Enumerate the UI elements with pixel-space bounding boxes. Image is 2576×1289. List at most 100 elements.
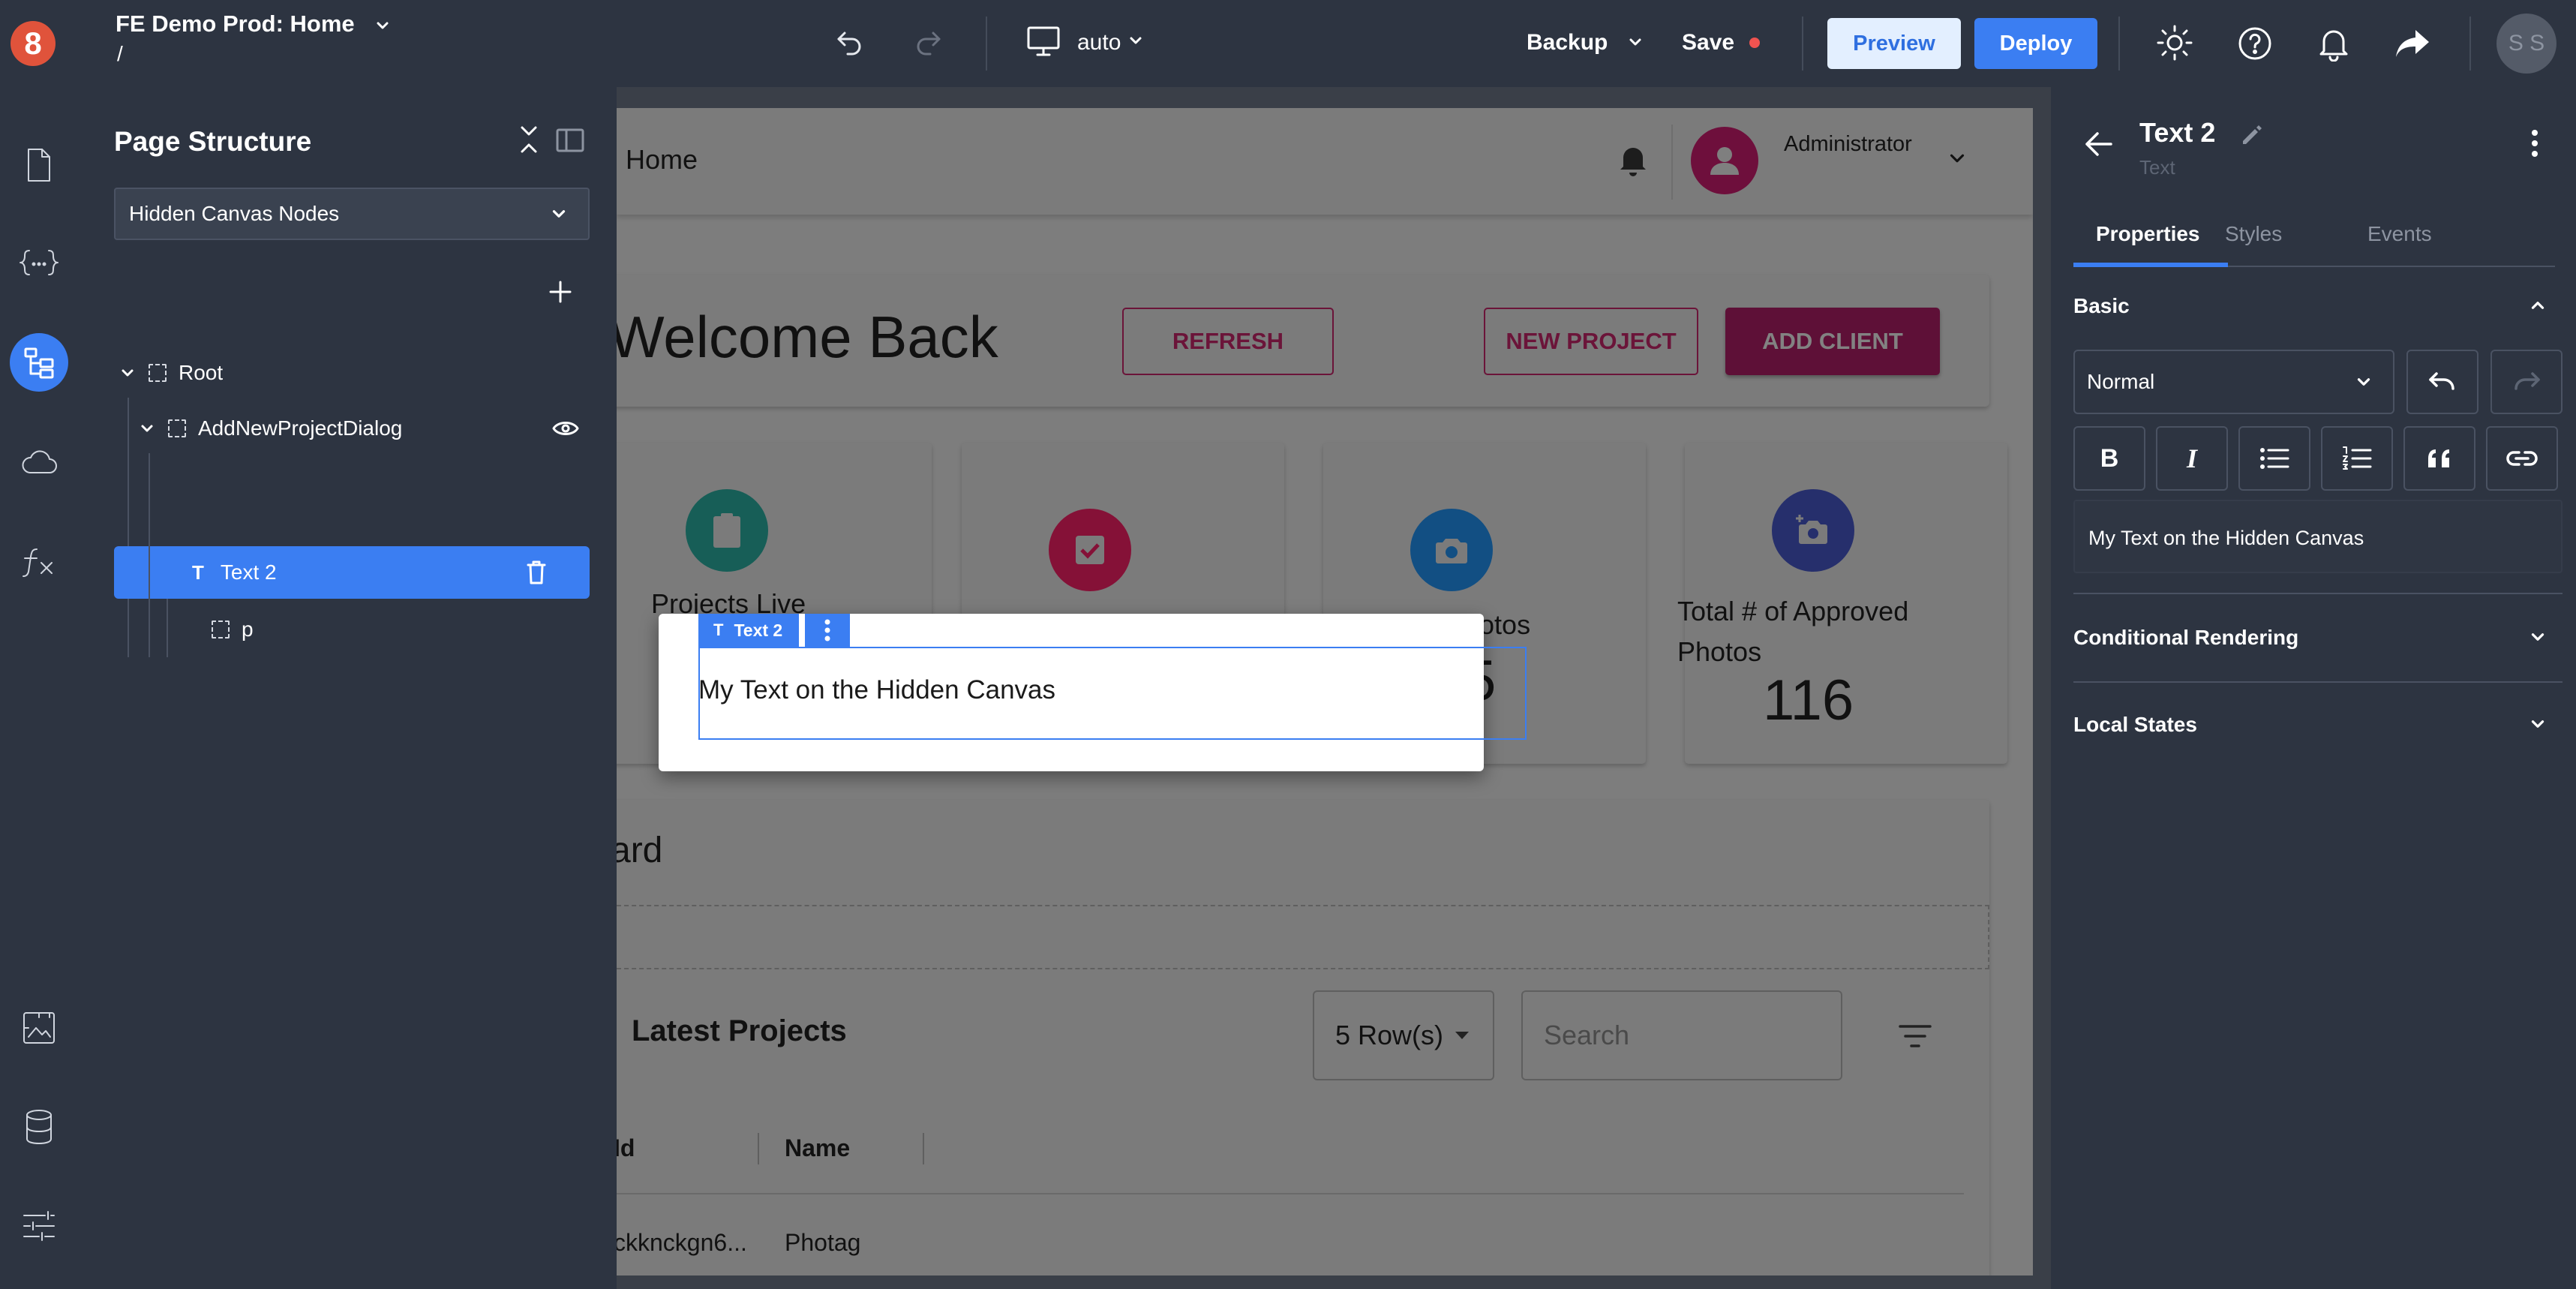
bold-icon: B bbox=[2100, 443, 2119, 473]
backup-button[interactable]: Backup bbox=[1527, 30, 1608, 56]
chevron-down-icon[interactable] bbox=[374, 17, 392, 35]
undo-icon bbox=[2429, 372, 2454, 390]
blockquote-button[interactable] bbox=[2403, 426, 2475, 491]
chevron-down-icon[interactable] bbox=[119, 364, 137, 382]
canvas-nodes-select[interactable]: Hidden Canvas Nodes bbox=[114, 188, 590, 240]
refresh-button[interactable]: REFRESH bbox=[1122, 308, 1334, 375]
chevron-down-icon[interactable] bbox=[138, 419, 156, 437]
device-label[interactable]: auto bbox=[1077, 30, 1121, 56]
tree-node-label: AddNewProjectDialog bbox=[198, 416, 403, 440]
clipboard-icon bbox=[686, 489, 768, 572]
rows-per-page-select[interactable]: 5 Row(s) bbox=[1313, 990, 1494, 1080]
more-vertical-icon[interactable] bbox=[2531, 129, 2538, 158]
chevron-down-icon[interactable] bbox=[549, 204, 569, 224]
top-bar: FE Demo Prod: Home / auto Backup Save Pr… bbox=[89, 0, 2576, 87]
database-icon[interactable] bbox=[17, 1104, 62, 1149]
media-icon[interactable] bbox=[17, 1005, 62, 1050]
selection-tag-label: Text 2 bbox=[734, 620, 783, 640]
column-divider bbox=[923, 1133, 924, 1164]
tab-events[interactable]: Events bbox=[2367, 222, 2432, 246]
divider bbox=[2118, 17, 2120, 71]
tree-node-p[interactable]: p bbox=[89, 603, 591, 656]
section-conditional-rendering-label[interactable]: Conditional Rendering bbox=[2073, 626, 2298, 650]
structure-icon[interactable] bbox=[10, 333, 68, 392]
tree-node-addnewprojectdialog[interactable]: AddNewProjectDialog bbox=[89, 402, 591, 455]
dock-panel-icon[interactable] bbox=[555, 128, 585, 153]
divider bbox=[2469, 17, 2471, 71]
new-project-button[interactable]: NEW PROJECT bbox=[1484, 308, 1698, 375]
chevron-down-icon[interactable] bbox=[2528, 627, 2547, 647]
chevron-up-icon[interactable] bbox=[2528, 296, 2547, 315]
app-root: 8 FE Demo Prod: Home / auto Backup Save … bbox=[0, 0, 2576, 1289]
admin-avatar[interactable] bbox=[1691, 127, 1758, 194]
cloud-icon[interactable] bbox=[17, 440, 62, 485]
filter-icon[interactable] bbox=[1898, 1023, 1932, 1049]
section-basic-label[interactable]: Basic bbox=[2073, 294, 2130, 318]
tab-properties[interactable]: Properties bbox=[2096, 222, 2200, 246]
chevron-down-icon[interactable] bbox=[2354, 372, 2373, 392]
page-header-title: Home bbox=[626, 144, 698, 175]
table-row-divider bbox=[617, 1193, 1964, 1194]
dialog-text[interactable]: My Text on the Hidden Canvas bbox=[698, 675, 1055, 705]
save-button[interactable]: Save bbox=[1682, 30, 1734, 56]
icon-rail: 8 bbox=[0, 0, 89, 1289]
divider bbox=[1671, 125, 1673, 200]
text-type-icon: T bbox=[192, 560, 204, 584]
help-icon[interactable] bbox=[2237, 26, 2273, 62]
project-title[interactable]: FE Demo Prod: Home bbox=[116, 11, 355, 38]
settings-sliders-icon[interactable] bbox=[17, 1203, 62, 1248]
tab-styles[interactable]: Styles bbox=[2225, 222, 2282, 246]
link-icon bbox=[2506, 451, 2538, 466]
bold-button[interactable]: B bbox=[2073, 426, 2145, 491]
table-column-header[interactable]: Name bbox=[785, 1134, 850, 1162]
bell-icon[interactable] bbox=[1617, 143, 1649, 177]
text-style-select[interactable]: Normal bbox=[2073, 350, 2394, 414]
selection-tag[interactable]: T Text 2 bbox=[698, 614, 799, 647]
variables-icon[interactable] bbox=[17, 240, 62, 285]
notifications-bell-icon[interactable] bbox=[2316, 26, 2351, 62]
table-column-header[interactable]: Id bbox=[617, 1134, 635, 1162]
section-local-states-label[interactable]: Local States bbox=[2073, 713, 2197, 737]
add-node-icon[interactable] bbox=[548, 279, 573, 305]
camera-icon bbox=[1410, 509, 1493, 591]
chevron-down-icon[interactable] bbox=[1626, 33, 1644, 51]
user-avatar[interactable]: S S bbox=[2496, 14, 2556, 74]
numbered-list-icon bbox=[2343, 446, 2372, 470]
redo-icon[interactable] bbox=[914, 27, 944, 57]
more-vertical-icon[interactable] bbox=[805, 614, 850, 647]
page-icon[interactable] bbox=[17, 143, 62, 188]
app-logo[interactable]: 8 bbox=[11, 21, 56, 66]
deploy-button[interactable]: Deploy bbox=[1974, 18, 2097, 69]
link-button[interactable] bbox=[2486, 426, 2558, 491]
caret-down-icon bbox=[1455, 1032, 1470, 1039]
chevron-down-icon[interactable] bbox=[1127, 32, 1145, 50]
text-redo-button[interactable] bbox=[2490, 350, 2562, 414]
back-arrow-icon[interactable] bbox=[2084, 131, 2114, 158]
undo-icon[interactable] bbox=[834, 27, 864, 57]
share-icon[interactable] bbox=[2394, 27, 2430, 60]
theme-sun-icon[interactable] bbox=[2156, 24, 2193, 62]
element-box-icon bbox=[168, 419, 186, 437]
tree-node-root[interactable]: Root bbox=[89, 347, 614, 399]
tree-node-text-2[interactable]: T Text 2 bbox=[114, 546, 590, 599]
chevron-down-icon[interactable] bbox=[1946, 147, 1968, 170]
visibility-eye-icon[interactable] bbox=[552, 419, 579, 438]
add-client-button[interactable]: ADD CLIENT bbox=[1725, 308, 1940, 375]
preview-button[interactable]: Preview bbox=[1827, 18, 1961, 69]
panel-title: Page Structure bbox=[114, 126, 312, 157]
function-icon[interactable] bbox=[17, 539, 62, 584]
bullet-list-icon bbox=[2260, 448, 2289, 469]
table-search-placeholder: Search bbox=[1544, 1020, 1630, 1050]
delete-trash-icon[interactable] bbox=[525, 560, 548, 585]
chevron-down-icon[interactable] bbox=[2528, 714, 2547, 734]
bullet-list-button[interactable] bbox=[2238, 426, 2310, 491]
element-title[interactable]: Text 2 bbox=[2139, 117, 2215, 149]
edit-pencil-icon[interactable] bbox=[2240, 123, 2264, 147]
collapse-all-icon[interactable] bbox=[518, 125, 540, 155]
italic-button[interactable]: I bbox=[2156, 426, 2228, 491]
text-content-editor[interactable]: My Text on the Hidden Canvas bbox=[2073, 500, 2562, 573]
numbered-list-button[interactable] bbox=[2321, 426, 2393, 491]
text-undo-button[interactable] bbox=[2406, 350, 2478, 414]
table-search-input[interactable]: Search bbox=[1521, 990, 1842, 1080]
desktop-icon[interactable] bbox=[1026, 26, 1061, 57]
